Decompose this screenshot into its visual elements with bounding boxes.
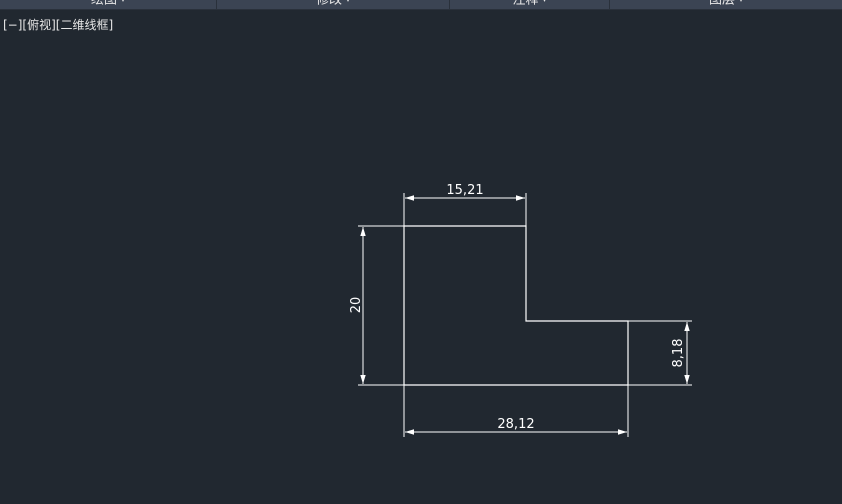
- panel-layers[interactable]: 图层▾: [610, 0, 842, 9]
- panel-draw[interactable]: 绘图▾: [0, 0, 217, 9]
- panel-annotate[interactable]: 注释▾: [450, 0, 610, 9]
- dimension-right-height-text: 8,18: [671, 339, 686, 368]
- panel-modify[interactable]: 修改▾: [217, 0, 450, 9]
- panel-modify-label: 修改▾: [217, 0, 449, 9]
- dimension-bottom-width[interactable]: 28,12: [403, 385, 629, 437]
- l-shape-profile[interactable]: [403, 225, 629, 386]
- chevron-down-icon: ▾: [121, 0, 125, 4]
- drawing-canvas: 15,21 20 8,18 28,12: [349, 183, 692, 437]
- dimension-left-height-text: 20: [349, 297, 364, 314]
- dimension-bottom-width-text: 28,12: [497, 417, 534, 432]
- ribbon-panel-bar: 绘图▾ 修改▾ 注释▾ 图层▾: [0, 0, 842, 10]
- chevron-down-icon: ▾: [739, 0, 743, 4]
- dimension-top-width[interactable]: 15,21: [403, 183, 527, 226]
- chevron-down-icon: ▾: [543, 0, 547, 4]
- dimension-top-width-text: 15,21: [446, 183, 483, 198]
- panel-annotate-label: 注释▾: [450, 0, 609, 9]
- drawing-viewport[interactable]: [−][俯视][二维线框] 15,21 20 8,18 28,12: [0, 10, 842, 504]
- panel-layers-label: 图层▾: [610, 0, 842, 9]
- dimension-right-height[interactable]: 8,18: [628, 320, 692, 386]
- dimension-left-height[interactable]: 20: [349, 225, 404, 386]
- chevron-down-icon: ▾: [346, 0, 350, 4]
- panel-draw-label: 绘图▾: [0, 0, 216, 9]
